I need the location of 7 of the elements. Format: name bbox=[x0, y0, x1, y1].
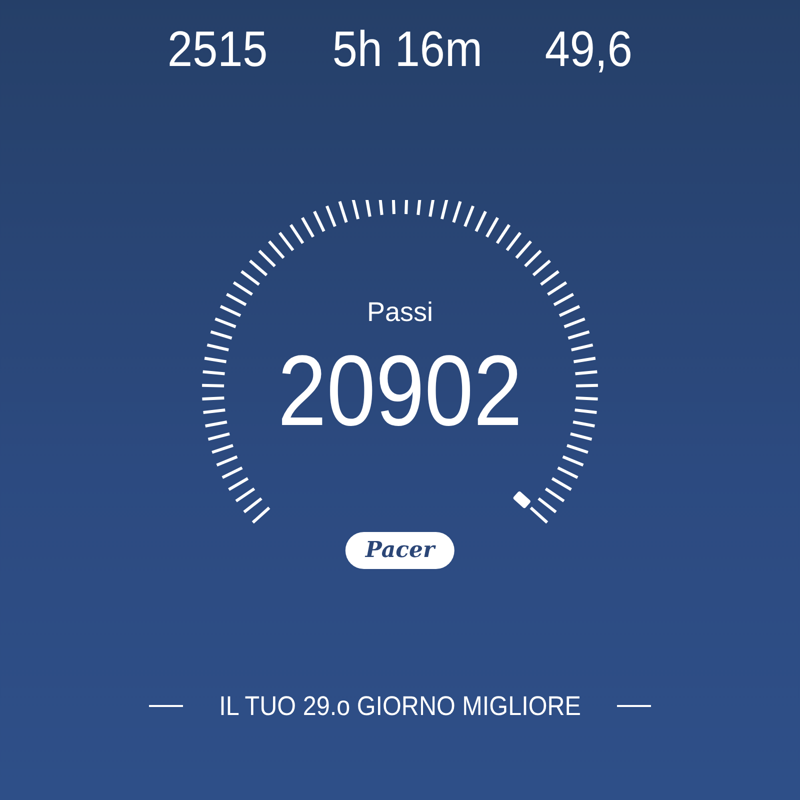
best-day-text: IL TUO 29.o GIORNO MIGLIORE bbox=[219, 690, 581, 723]
stat-value: 5h 16m bbox=[332, 24, 482, 74]
steps-label: Passi bbox=[366, 296, 434, 329]
stat-value: 2515 bbox=[168, 24, 268, 74]
steps-count: 20902 bbox=[278, 340, 522, 440]
pacer-logo: Pacer bbox=[345, 532, 455, 569]
stat-value: 49,6 bbox=[545, 24, 633, 74]
